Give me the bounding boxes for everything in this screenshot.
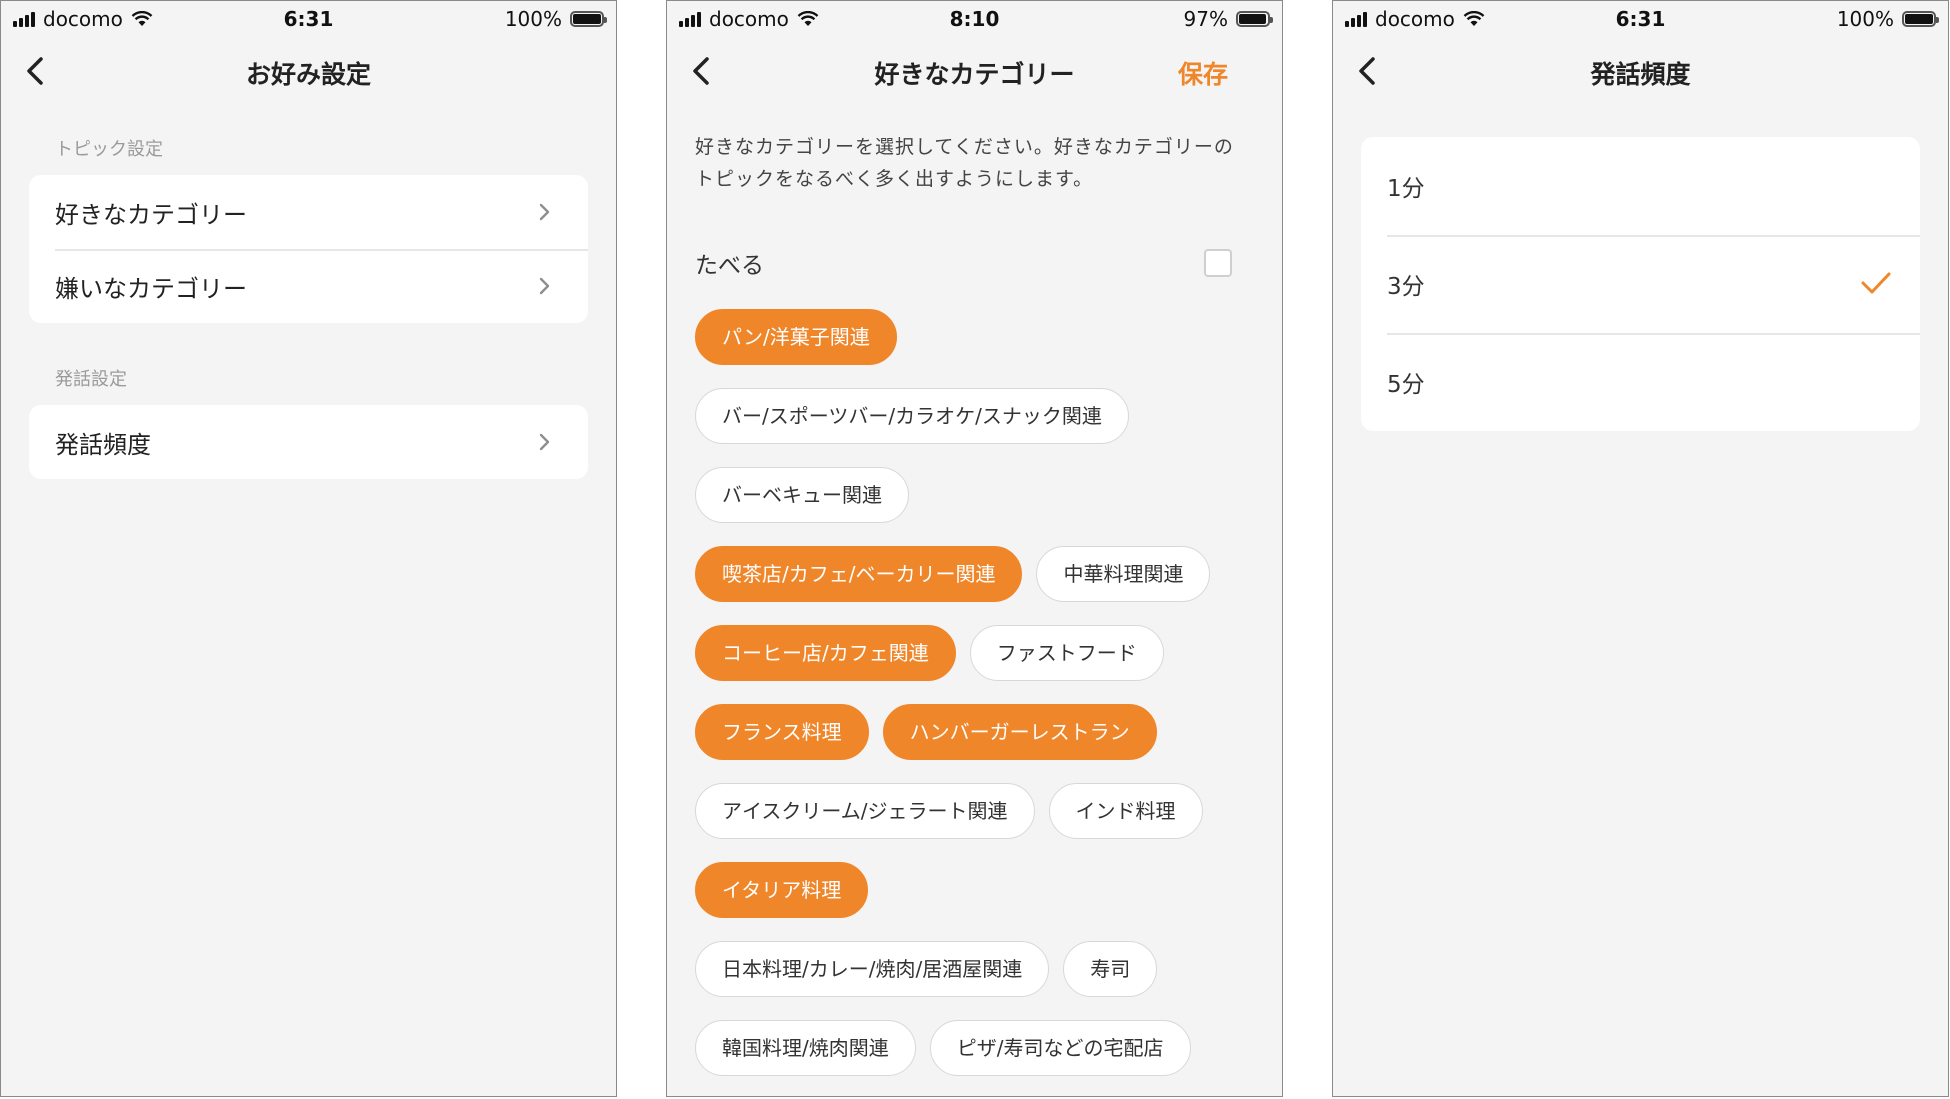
row-disliked-categories[interactable]: 嫌いなカテゴリー xyxy=(29,249,588,323)
navigation-bar: 好きなカテゴリー 保存 xyxy=(667,37,1282,109)
frequency-option[interactable]: 3分 xyxy=(1361,235,1920,333)
status-bar: docomo 6:31 100% xyxy=(1333,1,1948,37)
page-title: お好み設定 xyxy=(245,60,371,89)
frequency-option[interactable]: 5分 xyxy=(1361,333,1920,431)
battery-icon xyxy=(570,11,607,27)
checkmark-icon xyxy=(1861,272,1891,294)
category-chip[interactable]: イタリア料理 xyxy=(695,862,869,918)
row-label: 好きなカテゴリー xyxy=(55,200,247,229)
category-chip[interactable]: パン/洋菓子関連 xyxy=(695,309,897,365)
liked-categories-screen: docomo 8:10 97% 好きなカテゴリー 保存 好きなカテゴリーを選択し… xyxy=(666,0,1283,1097)
category-chip[interactable]: 寿司 xyxy=(1063,941,1158,997)
preferences-screen: docomo 6:31 100% お好み設定 トピック設定 好きなカテゴリー 嫌… xyxy=(0,0,617,1097)
category-chip[interactable]: ピザ/寿司などの宅配店 xyxy=(929,1020,1191,1076)
divider xyxy=(1387,235,1920,237)
battery-percent: 100% xyxy=(504,7,562,31)
frequency-option[interactable]: 1分 xyxy=(1361,137,1920,235)
category-chip[interactable]: バーベキュー関連 xyxy=(695,467,909,523)
topic-settings-card: 好きなカテゴリー 嫌いなカテゴリー xyxy=(29,175,588,323)
chevron-right-icon xyxy=(539,433,550,451)
category-group-row: たべる xyxy=(667,233,1282,293)
category-chip[interactable]: インド料理 xyxy=(1048,783,1203,839)
category-chip[interactable]: ファストフード xyxy=(969,625,1164,681)
screens-container: docomo 6:31 100% お好み設定 トピック設定 好きなカテゴリー 嫌… xyxy=(0,0,1950,1099)
row-label: 嫌いなカテゴリー xyxy=(55,274,247,303)
instruction-text: 好きなカテゴリーを選択してください。好きなカテゴリーのトピックをなるべく多く出す… xyxy=(695,136,1234,190)
row-speech-frequency[interactable]: 発話頻度 xyxy=(29,405,588,479)
frequency-options-card: 1分 3分 5分 xyxy=(1361,137,1920,431)
category-group-label: たべる xyxy=(695,253,764,279)
battery-icon xyxy=(1902,11,1939,27)
chevron-right-icon xyxy=(539,203,550,221)
chevron-right-icon xyxy=(539,277,550,295)
speech-settings-card: 発話頻度 xyxy=(29,405,588,479)
divider xyxy=(55,249,588,251)
navigation-bar: お好み設定 xyxy=(1,37,616,109)
navigation-bar: 発話頻度 xyxy=(1333,37,1948,109)
section-header-speech: 発話設定 xyxy=(55,369,127,390)
speech-frequency-screen: docomo 6:31 100% 発話頻度 1分 3分 5分 xyxy=(1332,0,1949,1097)
section-header-topic: トピック設定 xyxy=(55,139,163,160)
category-chip[interactable]: バー/スポーツバー/カラオケ/スナック関連 xyxy=(695,388,1129,444)
option-label: 1分 xyxy=(1387,176,1425,202)
category-chip[interactable]: 韓国料理/焼肉関連 xyxy=(695,1020,916,1076)
save-button[interactable]: 保存 xyxy=(1178,55,1228,91)
category-chip[interactable]: コーヒー店/カフェ関連 xyxy=(695,625,956,681)
status-bar: docomo 8:10 97% xyxy=(667,1,1282,37)
category-chip[interactable]: フランス料理 xyxy=(695,704,869,760)
battery-percent: 97% xyxy=(1183,7,1228,31)
status-bar: docomo 6:31 100% xyxy=(1,1,616,37)
category-chip[interactable]: 喫茶店/カフェ/ベーカリー関連 xyxy=(695,546,1023,602)
battery-percent: 100% xyxy=(1836,7,1894,31)
category-chip[interactable]: ハンバーガーレストラン xyxy=(882,704,1157,760)
page-title: 発話頻度 xyxy=(1590,60,1691,89)
row-liked-categories[interactable]: 好きなカテゴリー xyxy=(29,175,588,249)
divider xyxy=(1387,333,1920,335)
category-chip[interactable]: 中華料理関連 xyxy=(1036,546,1211,602)
category-chip[interactable]: 日本料理/カレー/焼肉/居酒屋関連 xyxy=(695,941,1050,997)
row-label: 発話頻度 xyxy=(55,430,151,459)
category-chip-list: パン/洋菓子関連 バー/スポーツバー/カラオケ/スナック関連 バーベキュー関連 … xyxy=(667,293,1282,1096)
option-label: 5分 xyxy=(1387,372,1425,398)
select-all-checkbox[interactable] xyxy=(1204,249,1232,277)
category-chip[interactable]: アイスクリーム/ジェラート関連 xyxy=(695,783,1035,839)
battery-icon xyxy=(1236,11,1273,27)
option-label: 3分 xyxy=(1387,274,1425,300)
